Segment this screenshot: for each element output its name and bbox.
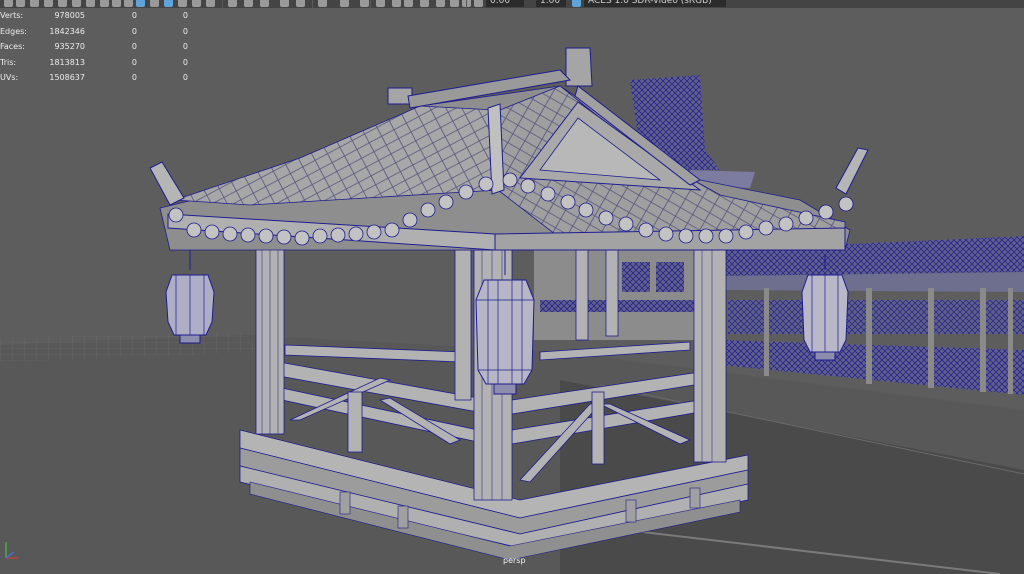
hud-row-edges: Edges: 1842346 0 0: [0, 24, 200, 40]
isolate-select-icon[interactable]: [436, 0, 445, 7]
camera-icon[interactable]: [112, 0, 121, 7]
hud-row-uvs: UVs: 1508637 0 0: [0, 70, 200, 86]
lantern-left: [165, 250, 215, 344]
covered-corridor: [720, 236, 1024, 395]
gate-mask-icon[interactable]: [296, 0, 305, 7]
camera-attrs-icon[interactable]: [474, 0, 483, 7]
hud-value-total: 935270: [54, 42, 85, 51]
hud-value-ratio: 0: [182, 42, 188, 51]
hud-row-verts: Verts: 978005 0 0: [0, 8, 200, 24]
hud-value-selected: 0: [131, 73, 137, 82]
view-axis-gizmo: [5, 542, 18, 559]
resolution-gate-icon[interactable]: [280, 0, 289, 7]
viewport-toolbar: 0.00 1.00 ACES 1.0 SDR-video (sRGB): [0, 0, 1024, 8]
grid-icon[interactable]: [124, 0, 133, 7]
ipr-icon[interactable]: [86, 0, 95, 7]
perspective-viewport[interactable]: [0, 8, 1024, 574]
color-management-icon[interactable]: [572, 0, 581, 7]
pavilion-roof: [149, 47, 869, 251]
hud-label: Tris:: [0, 57, 17, 67]
hud-value-selected: 0: [131, 57, 137, 67]
wireframe-icon[interactable]: [136, 0, 145, 7]
lights-icon[interactable]: [178, 0, 187, 7]
snap-grid-icon[interactable]: [4, 0, 13, 7]
hud-value-ratio: 0: [182, 26, 188, 36]
gamma-reset-icon[interactable]: [392, 0, 401, 7]
hud-value-selected: 0: [131, 26, 137, 36]
field-chart-icon[interactable]: [318, 0, 327, 7]
hud-value-total: 1842346: [49, 26, 85, 36]
hud-label: UVs:: [0, 73, 19, 82]
toolbar-separator: [312, 0, 313, 8]
render-settings-icon[interactable]: [100, 0, 109, 7]
render-icon[interactable]: [72, 0, 81, 7]
hud-label: Faces:: [0, 42, 25, 51]
ao-icon[interactable]: [206, 0, 215, 7]
hud-value-selected: 0: [131, 11, 137, 20]
exposure-icon[interactable]: [340, 0, 349, 7]
shadows-icon[interactable]: [192, 0, 201, 7]
camera-name-label: persp: [503, 556, 526, 565]
isolate-icon[interactable]: [228, 0, 237, 7]
toolbar-separator: [222, 0, 223, 8]
gamma-field[interactable]: 1.00: [536, 0, 566, 7]
toolbar-separator: [466, 0, 467, 8]
color-space-dropdown[interactable]: ACES 1.0 SDR-video (sRGB): [584, 0, 726, 7]
xray-joints-icon[interactable]: [450, 0, 459, 7]
hud-value-ratio: 0: [182, 11, 188, 20]
hud-value-total: 1508637: [49, 73, 85, 82]
hud-row-tris: Tris: 1813813 0 0: [0, 55, 200, 71]
exposure-reset-icon[interactable]: [376, 0, 385, 7]
gamma-icon[interactable]: [360, 0, 369, 7]
hud-value-total: 1813813: [49, 57, 85, 67]
hud-label: Verts:: [0, 11, 24, 20]
scene-render: [0, 47, 1024, 574]
poly-count-hud: Verts: 978005 0 0 Edges: 1842346 0 0 Fac…: [0, 8, 200, 86]
hud-label: Edges:: [0, 26, 27, 36]
hud-value-total: 978005: [54, 11, 85, 20]
snap-view-icon[interactable]: [44, 0, 53, 7]
shaded-icon[interactable]: [150, 0, 159, 7]
hud-value-ratio: 0: [182, 73, 188, 82]
exposure-field[interactable]: 0.00: [486, 0, 524, 7]
snap-curve-icon[interactable]: [16, 0, 25, 7]
backface-icon[interactable]: [260, 0, 269, 7]
toolbar-separator: [370, 0, 371, 8]
hud-value-ratio: 0: [182, 57, 188, 67]
snap-point-icon[interactable]: [30, 0, 39, 7]
history-icon[interactable]: [58, 0, 67, 7]
hud-value-selected: 0: [131, 42, 137, 51]
textured-icon[interactable]: [164, 0, 173, 7]
lut-icon[interactable]: [404, 0, 413, 7]
xray-icon[interactable]: [244, 0, 253, 7]
hud-row-faces: Faces: 935270 0 0: [0, 39, 200, 55]
view-transform-icon[interactable]: [420, 0, 429, 7]
